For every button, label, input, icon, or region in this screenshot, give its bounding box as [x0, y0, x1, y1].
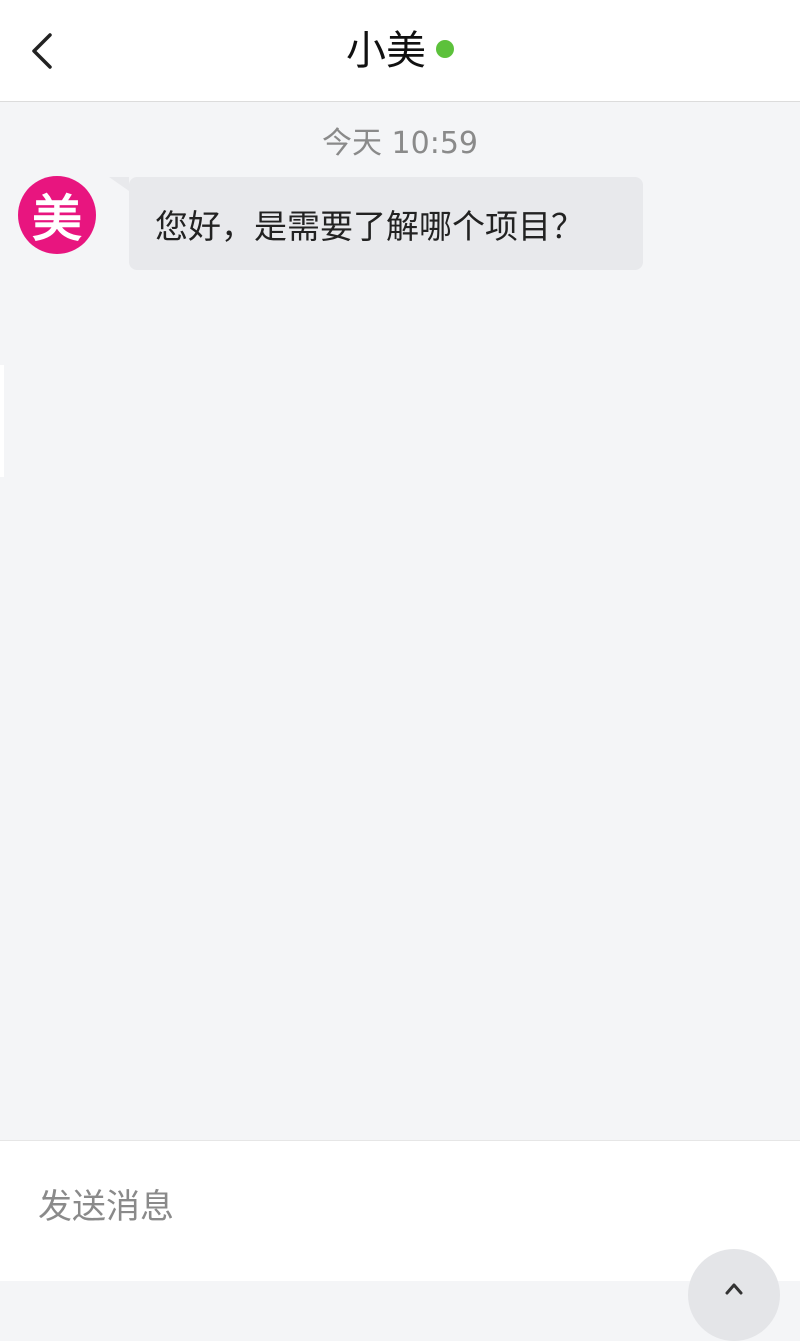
scrollbar[interactable]: [0, 365, 4, 477]
bubble-tail: [109, 177, 129, 191]
message-timestamp: 今天 10:59: [322, 126, 478, 161]
message-composer: [0, 1140, 800, 1341]
page-title: 小美: [346, 27, 426, 74]
title-area: 小美: [0, 0, 800, 101]
send-button[interactable]: [688, 1249, 780, 1341]
message-text: 您好，是需要了解哪个项目？: [155, 206, 584, 246]
avatar-text: 美: [32, 190, 82, 248]
avatar: 美: [18, 176, 96, 254]
chat-header: 小美: [0, 0, 800, 102]
message-input[interactable]: [38, 1177, 638, 1237]
message-bubble: 您好，是需要了解哪个项目？: [129, 177, 643, 270]
online-status-dot: [436, 39, 454, 58]
